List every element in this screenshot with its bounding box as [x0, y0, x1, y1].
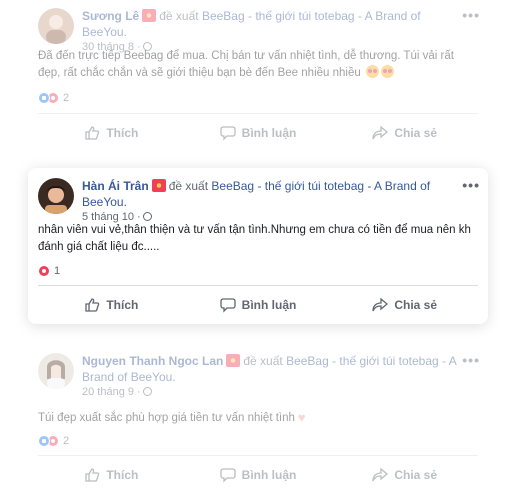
heart-eyes-emoji-icon: [380, 65, 394, 78]
recommend-verb: đề xuất: [159, 9, 199, 23]
divider: [38, 455, 478, 456]
recommend-flag-icon: [226, 354, 241, 367]
action-bar: Thích Bình luận Chia sẻ: [38, 118, 478, 148]
divider: [38, 285, 478, 286]
reaction-summary[interactable]: 2: [38, 435, 69, 447]
share-button[interactable]: Chia sẻ: [331, 118, 478, 148]
comment-icon: [220, 298, 236, 313]
comment-icon: [220, 468, 236, 483]
comment-label: Bình luận: [241, 126, 297, 140]
thumbs-up-icon: [85, 298, 100, 312]
comment-label: Bình luận: [241, 468, 297, 482]
review-card: Hàn Ái Trân đề xuất BeeBag - thế giới túi…: [28, 168, 488, 324]
post-text: nhân viên vui vẻ,thân thiện và tư vấn tậ…: [38, 224, 471, 253]
more-options-icon[interactable]: •••: [462, 8, 480, 22]
share-label: Chia sẻ: [394, 468, 438, 482]
reaction-summary[interactable]: 2: [38, 92, 69, 104]
comment-button[interactable]: Bình luận: [185, 290, 332, 320]
comment-button[interactable]: Bình luận: [185, 118, 332, 148]
share-label: Chia sẻ: [394, 126, 438, 140]
comment-label: Bình luận: [241, 298, 297, 312]
recommend-flag-icon: [142, 9, 157, 22]
recommend-flag-icon: [151, 179, 166, 192]
post-text: Túi đẹp xuất sắc phù hợp giá tiền tư vấn…: [38, 410, 306, 425]
like-reaction-icon: [38, 435, 50, 447]
like-label: Thích: [106, 298, 139, 312]
thumbs-up-icon: [85, 468, 100, 482]
reaction-count: 1: [54, 265, 61, 277]
comment-button[interactable]: Bình luận: [185, 460, 332, 490]
reaction-count: 2: [63, 435, 70, 447]
share-icon: [372, 467, 389, 482]
like-button[interactable]: Thích: [38, 118, 185, 148]
post-header: Hàn Ái Trân đề xuất BeeBag - thế giới túi…: [38, 178, 458, 224]
reaction-count: 2: [63, 92, 70, 104]
more-options-icon[interactable]: •••: [462, 353, 480, 367]
heart-eyes-emoji-icon: [365, 65, 379, 78]
like-label: Thích: [106, 468, 139, 482]
post-time[interactable]: 20 tháng 9 ·: [82, 386, 141, 398]
like-label: Thích: [106, 126, 139, 140]
comment-icon: [220, 126, 236, 141]
globe-icon: [142, 212, 152, 221]
share-icon: [372, 125, 389, 140]
like-reaction-icon: [38, 92, 50, 104]
like-button[interactable]: Thích: [38, 460, 185, 490]
thumbs-up-icon: [85, 126, 100, 140]
love-reaction-icon: [38, 265, 50, 277]
share-button[interactable]: Chia sẻ: [331, 290, 478, 320]
avatar[interactable]: [38, 353, 74, 389]
reaction-summary[interactable]: 1: [38, 265, 60, 277]
share-label: Chia sẻ: [394, 298, 438, 312]
action-bar: Thích Bình luận Chia sẻ: [38, 460, 478, 490]
recommend-verb: đề xuất: [168, 179, 209, 193]
share-icon: [372, 297, 389, 312]
more-options-icon[interactable]: •••: [462, 178, 480, 192]
author-name[interactable]: Nguyen Thanh Ngoc Lan: [82, 354, 223, 368]
avatar[interactable]: [38, 178, 74, 214]
recommend-verb: đề xuất: [243, 354, 283, 368]
like-button[interactable]: Thích: [38, 290, 185, 320]
review-card: Nguyen Thanh Ngoc Lan đề xuất BeeBag - th…: [28, 343, 488, 495]
author-name[interactable]: Hàn Ái Trân: [82, 179, 149, 193]
share-button[interactable]: Chia sẻ: [331, 460, 478, 490]
heart-emoji-icon: ♥: [297, 410, 306, 425]
author-name[interactable]: Sương Lê: [82, 9, 139, 23]
action-bar: Thích Bình luận Chia sẻ: [38, 290, 478, 320]
post-header: Nguyen Thanh Ngoc Lan đề xuất BeeBag - th…: [38, 353, 458, 399]
post-text: Đã đến trực tiếp Beebag để mua. Chị bán …: [38, 50, 454, 79]
divider: [38, 113, 478, 114]
avatar[interactable]: [38, 8, 74, 44]
globe-icon: [142, 387, 152, 396]
review-card: Sương Lê đề xuất BeeBag - thế giới túi to…: [28, 0, 488, 154]
